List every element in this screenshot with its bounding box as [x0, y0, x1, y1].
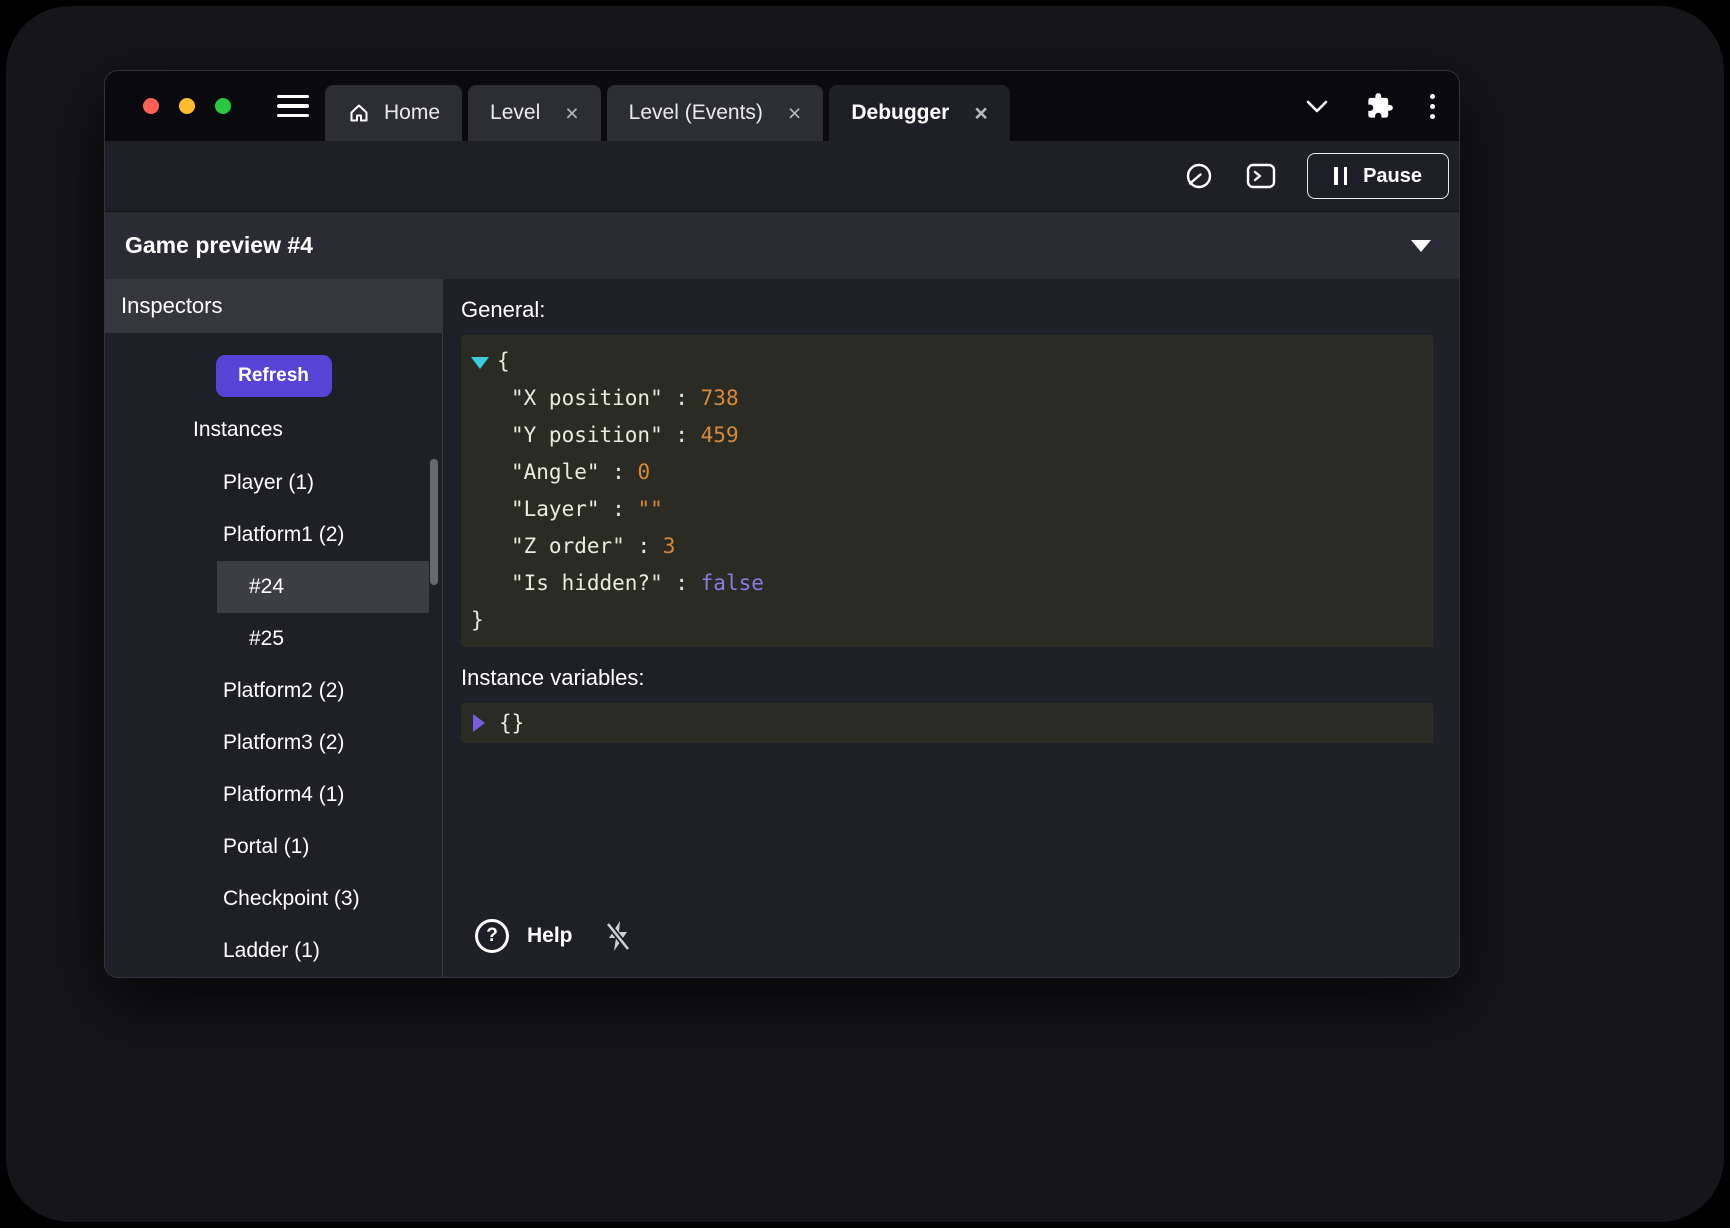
tab-label: Level: [490, 101, 540, 125]
sidebar-scrollbar-thumb[interactable]: [430, 459, 438, 585]
general-json-view: { "X position" : 738 "Y position" : 459 …: [461, 335, 1433, 647]
instances-section-label: Instances: [193, 418, 442, 442]
debugger-content: Inspectors Refresh Instances Player (1) …: [105, 279, 1459, 977]
close-icon[interactable]: ×: [565, 102, 578, 125]
json-separator: :: [625, 534, 663, 558]
tab-debugger[interactable]: Debugger ×: [829, 85, 1009, 141]
tree-item-platform3[interactable]: Platform3 (2): [217, 717, 429, 769]
home-icon: [347, 101, 371, 125]
inspector-detail-panel: General: { "X position" : 738 "Y positio…: [443, 279, 1459, 977]
inspectors-sidebar: Inspectors Refresh Instances Player (1) …: [105, 279, 443, 977]
extensions-puzzle-icon[interactable]: [1366, 92, 1394, 120]
json-separator: :: [663, 571, 701, 595]
tree-item-portal[interactable]: Portal (1): [217, 821, 429, 873]
tree-item-checkpoint[interactable]: Checkpoint (3): [217, 873, 429, 925]
panel-footer: ? Help: [461, 919, 1433, 965]
traffic-lights: [143, 98, 231, 114]
json-separator: :: [600, 460, 638, 484]
tree-item-ladder[interactable]: Ladder (1): [217, 925, 429, 977]
refresh-button[interactable]: Refresh: [216, 355, 332, 397]
close-window-button[interactable]: [143, 98, 159, 114]
kebab-menu-icon[interactable]: [1430, 94, 1435, 119]
preview-selector-bar[interactable]: Game preview #4: [105, 211, 1459, 279]
tree-item-instance-25[interactable]: #25: [217, 613, 429, 665]
tree-item-platform4[interactable]: Platform4 (1): [217, 769, 429, 821]
sidebar-title: Inspectors: [105, 279, 442, 333]
help-button-label[interactable]: Help: [527, 924, 573, 948]
minimize-window-button[interactable]: [179, 98, 195, 114]
tab-level-events[interactable]: Level (Events) ×: [607, 85, 824, 141]
instance-variables-label: Instance variables:: [461, 665, 1433, 691]
json-value: 3: [663, 534, 676, 558]
open-brace: {: [497, 343, 510, 380]
screen: Home Level × Level (Events) × Debugger ×: [0, 0, 1730, 1228]
main-menu-icon[interactable]: [277, 95, 309, 118]
tree-item-player[interactable]: Player (1): [217, 457, 429, 509]
app-window: Home Level × Level (Events) × Debugger ×: [104, 70, 1460, 978]
json-key: "Angle": [511, 460, 600, 484]
close-icon[interactable]: ×: [974, 102, 987, 125]
json-row: "Layer" : "": [471, 491, 1421, 528]
preview-title: Game preview #4: [125, 232, 313, 259]
json-value: 459: [701, 423, 739, 447]
chevron-down-icon[interactable]: [1304, 96, 1330, 116]
tab-bar: Home Level × Level (Events) × Debugger ×: [105, 71, 1459, 141]
tree-item-platform1[interactable]: Platform1 (2): [217, 509, 429, 561]
help-icon[interactable]: ?: [475, 919, 509, 953]
debugger-toolbar: Pause: [105, 141, 1459, 211]
json-separator: :: [663, 423, 701, 447]
dropdown-caret-icon[interactable]: [1411, 240, 1431, 252]
tab-label: Debugger: [851, 101, 949, 125]
json-value: 0: [637, 460, 650, 484]
json-separator: :: [663, 386, 701, 410]
pause-button[interactable]: Pause: [1307, 153, 1449, 199]
pause-button-label: Pause: [1363, 165, 1422, 188]
zoom-window-button[interactable]: [215, 98, 231, 114]
json-row: "Is hidden?" : false: [471, 565, 1421, 602]
tree-item-instance-24[interactable]: #24: [217, 561, 429, 613]
general-section-label: General:: [461, 297, 1433, 323]
close-brace: }: [471, 602, 1421, 639]
json-row: "Z order" : 3: [471, 528, 1421, 565]
json-separator: :: [600, 497, 638, 521]
json-key: "Y position": [511, 423, 663, 447]
json-row: "Y position" : 459: [471, 417, 1421, 454]
pause-icon: [1334, 167, 1347, 185]
json-key: "Layer": [511, 497, 600, 521]
tab-level[interactable]: Level ×: [468, 85, 601, 141]
json-row: "X position" : 738: [471, 380, 1421, 417]
instance-variables-json-view: {}: [461, 703, 1433, 743]
tree-item-platform2[interactable]: Platform2 (2): [217, 665, 429, 717]
json-value: 738: [701, 386, 739, 410]
flash-off-icon[interactable]: [603, 919, 633, 953]
variables-value: {}: [499, 711, 524, 735]
json-key: "X position": [511, 386, 663, 410]
tab-home[interactable]: Home: [325, 85, 462, 141]
console-icon[interactable]: [1245, 162, 1277, 190]
profiler-gauge-icon[interactable]: [1183, 160, 1215, 192]
tab-label: Home: [384, 101, 440, 125]
tab-label: Level (Events): [629, 101, 763, 125]
json-value: "": [637, 497, 662, 521]
collapse-closed-icon[interactable]: [473, 714, 485, 732]
json-key: "Is hidden?": [511, 571, 663, 595]
json-value: false: [701, 571, 764, 595]
close-icon[interactable]: ×: [788, 102, 801, 125]
collapse-open-icon[interactable]: [471, 357, 489, 369]
tabbar-actions: [1304, 92, 1459, 120]
tab-strip: Home Level × Level (Events) × Debugger ×: [325, 85, 1010, 141]
json-row: "Angle" : 0: [471, 454, 1421, 491]
json-key: "Z order": [511, 534, 625, 558]
